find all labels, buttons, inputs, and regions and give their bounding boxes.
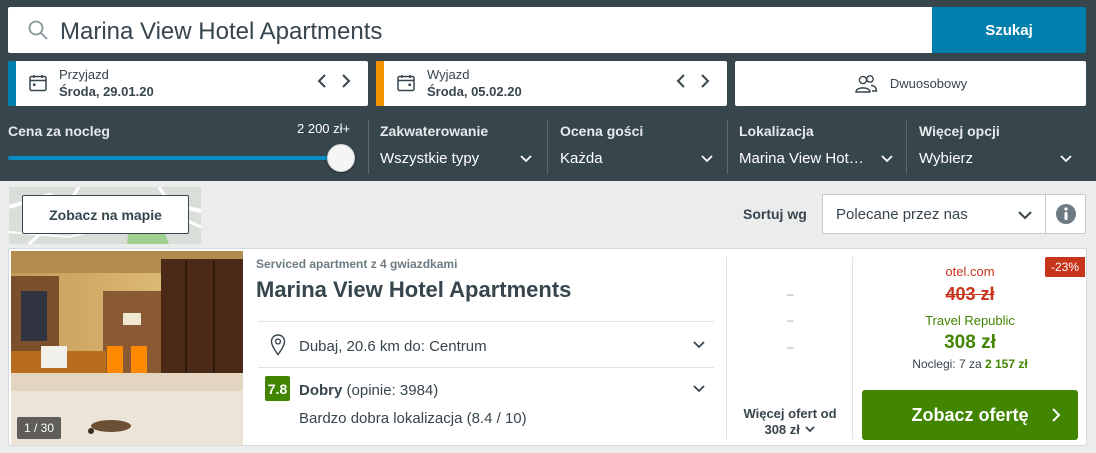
chevron-down-icon[interactable] <box>519 152 533 166</box>
more-offers-label: Więcej ofert od <box>743 406 837 421</box>
calendar-icon <box>29 75 47 92</box>
price-max-value: 2 200 zł+ <box>297 121 351 136</box>
room-label: Dwuosobowy <box>889 76 968 91</box>
offer-placeholder: – <box>787 287 794 301</box>
checkin-value: Środa, 29.01.20 <box>59 84 154 99</box>
chevron-down-icon[interactable] <box>1059 152 1073 166</box>
filter-divider <box>547 120 548 174</box>
hotel-location: Dubaj, 20.6 km do: Centrum <box>299 338 487 355</box>
rating-word: Dobry <box>299 382 343 399</box>
location-rating: Bardzo dobra lokalizacja (8.4 / 10) <box>299 410 527 427</box>
filter-divider <box>727 120 728 174</box>
checkin-accent <box>8 61 16 106</box>
more-offers-price: 308 zł <box>764 422 800 437</box>
location-filter-label: Lokalizacja <box>739 123 814 139</box>
hotel-room-image <box>11 251 243 445</box>
location-filter-value[interactable]: Marina View Hot… <box>739 150 864 167</box>
old-price-site: otel.com <box>945 264 995 279</box>
chevron-right-icon <box>1052 408 1061 422</box>
location-pin-icon <box>270 334 286 356</box>
chevron-left-icon[interactable] <box>675 72 687 90</box>
divider <box>258 321 714 322</box>
hotel-result-card: 1 / 30 Serviced apartment z 4 gwiazdkami… <box>8 248 1087 446</box>
offer-placeholder: – <box>787 340 794 354</box>
calendar-icon <box>397 75 415 92</box>
accommodation-filter-value[interactable]: Wszystkie typy <box>380 150 479 167</box>
more-offers-price-row: 308 zł <box>736 422 844 438</box>
search-query: Marina View Hotel Apartments <box>60 18 383 45</box>
room-selector[interactable]: Dwuosobowy <box>735 61 1086 106</box>
nights-prefix: Noclegi: 7 za <box>912 357 982 371</box>
search-button[interactable]: Szukaj <box>932 7 1086 53</box>
chevron-down-icon <box>1018 211 1032 220</box>
chevron-right-icon[interactable] <box>699 72 711 90</box>
view-deal-button[interactable]: Zobacz ofertę <box>862 390 1078 440</box>
sort-info-button[interactable] <box>1045 194 1086 234</box>
chevron-down-icon[interactable] <box>700 152 714 166</box>
sort-dropdown[interactable]: Polecane przez nas <box>822 194 1046 234</box>
more-offers-link[interactable]: Więcej ofert od 308 zł <box>736 406 844 438</box>
price-slider-track[interactable] <box>8 156 340 160</box>
filter-divider <box>906 120 907 174</box>
chevron-down-icon[interactable] <box>880 152 894 166</box>
more-filters-label: Więcej opcji <box>919 123 1000 139</box>
hotel-name[interactable]: Marina View Hotel Apartments <box>256 277 571 303</box>
price-filter-label: Cena za nocleg <box>8 123 110 139</box>
chevron-down-icon[interactable] <box>692 339 706 351</box>
chevron-down-icon <box>804 426 815 433</box>
rating-filter-value[interactable]: Każda <box>560 150 603 167</box>
rating-filter-label: Ocena gości <box>560 123 644 139</box>
chevron-down-icon[interactable] <box>692 383 706 395</box>
old-price: 403 zł <box>945 284 995 304</box>
offer-placeholder: – <box>787 313 794 327</box>
filter-divider <box>368 120 369 174</box>
divider <box>258 367 714 368</box>
photo-counter: 1 / 30 <box>17 417 62 439</box>
rating-reviews: (opinie: 3984) <box>346 382 439 399</box>
checkout-field[interactable]: Wyjazd Środa, 05.02.20 <box>376 61 727 106</box>
best-deal-site: Travel Republic <box>925 313 1015 328</box>
guests-icon <box>855 74 878 93</box>
checkin-label: Przyjazd <box>59 67 109 82</box>
nights-total: 2 157 zł <box>985 357 1028 371</box>
price-slider-handle[interactable] <box>327 144 355 172</box>
show-on-map-button[interactable]: Zobacz na mapie <box>22 195 189 234</box>
sort-value: Polecane przez nas <box>836 206 968 223</box>
view-deal-label: Zobacz ofertę <box>911 405 1029 425</box>
total-price-info: Noclegi: 7 za 2 157 zł <box>862 357 1078 371</box>
chevron-left-icon[interactable] <box>316 72 328 90</box>
checkout-accent <box>376 61 384 106</box>
search-icon <box>28 20 48 40</box>
accommodation-filter-label: Zakwaterowanie <box>380 123 489 139</box>
info-icon <box>1055 204 1076 224</box>
hotel-photo[interactable]: 1 / 30 <box>11 251 243 445</box>
best-price: 308 zł <box>944 332 996 353</box>
checkout-label: Wyjazd <box>427 67 470 82</box>
sort-label: Sortuj wg <box>743 206 807 222</box>
checkin-field[interactable]: Przyjazd Środa, 29.01.20 <box>8 61 368 106</box>
divider <box>726 257 727 439</box>
divider <box>852 257 853 439</box>
hotel-type: Serviced apartment z 4 gwiazdkami <box>256 257 458 271</box>
chevron-right-icon[interactable] <box>340 72 352 90</box>
rating-badge: 7.8 <box>265 376 290 401</box>
filters-bar: Cena za nocleg 2 200 zł+ Zakwaterowanie … <box>0 114 1096 181</box>
rating-summary[interactable]: Dobry (opinie: 3984) <box>299 382 438 399</box>
checkout-value: Środa, 05.02.20 <box>427 84 522 99</box>
search-input[interactable]: Marina View Hotel Apartments <box>8 7 933 53</box>
search-header: Marina View Hotel Apartments Szukaj Przy… <box>0 0 1096 181</box>
more-filters-value[interactable]: Wybierz <box>919 150 973 167</box>
